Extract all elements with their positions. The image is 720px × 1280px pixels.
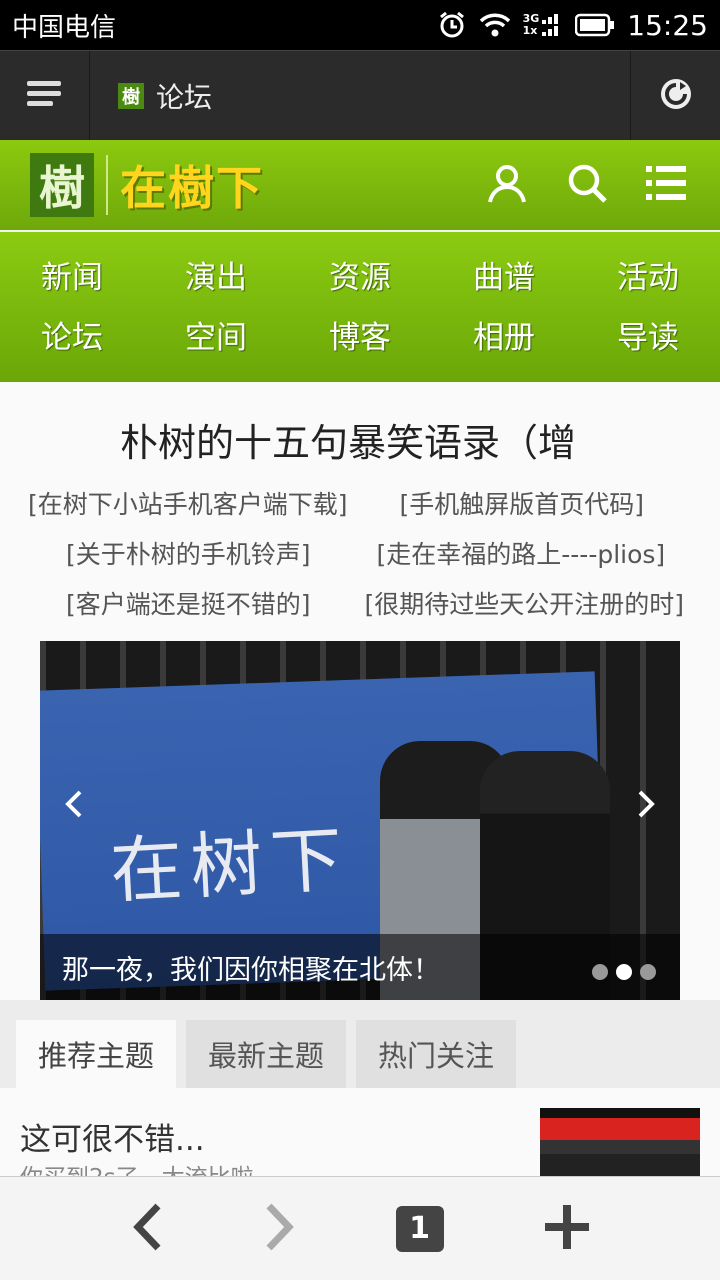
back-icon[interactable] [130, 1202, 164, 1256]
tab-recommended[interactable]: 推荐主题 [16, 1020, 176, 1088]
carrier-label: 中国电信 [12, 12, 117, 43]
topic-tabs: 推荐主题 最新主题 热门关注 [0, 1000, 720, 1088]
topic-thumbnail [540, 1108, 700, 1178]
carousel-next-button[interactable] [626, 786, 666, 826]
nav-item-forum[interactable]: 论坛 [0, 308, 144, 368]
nav-item-space[interactable]: 空间 [144, 308, 288, 368]
quick-link[interactable]: [手机触屏版首页代码] [400, 485, 645, 521]
chevron-right-icon [634, 789, 658, 823]
carousel-caption-bar: 那一夜，我们因你相聚在北体！ [40, 934, 680, 1000]
headline-link[interactable]: 朴树的十五句暴笑语录（增 [0, 412, 720, 467]
nav-item-news[interactable]: 新闻 [0, 248, 144, 308]
address-bar[interactable]: 樹 论坛 [90, 51, 630, 140]
nav-item-events[interactable]: 活动 [576, 248, 720, 308]
clock: 15:25 [627, 8, 708, 42]
nav-item-blog[interactable]: 博客 [288, 308, 432, 368]
reload-icon [658, 76, 694, 116]
chevron-left-icon [62, 789, 86, 823]
browser-menu-button[interactable] [0, 51, 90, 140]
carousel-prev-button[interactable] [54, 786, 94, 826]
wifi-icon [479, 12, 511, 38]
tabs-button[interactable]: 1 [395, 1205, 444, 1252]
quick-link[interactable]: [客户端还是挺不错的] [66, 585, 311, 621]
site-logo-mark[interactable]: 樹 [30, 153, 94, 217]
site-logo-text[interactable]: 在樹下 [120, 152, 264, 218]
reload-button[interactable] [630, 51, 720, 140]
tab-hot[interactable]: 热门关注 [356, 1020, 516, 1088]
quick-link[interactable]: [走在幸福的路上----plios] [377, 535, 666, 571]
image-carousel[interactable]: 在树下 那一夜，我们因你相聚在北体！ [40, 641, 680, 1000]
battery-icon [575, 13, 615, 37]
topic-list-item[interactable]: 这可很不错... 你买到2s了，太流比啦 [0, 1088, 720, 1178]
tab-latest[interactable]: 最新主题 [186, 1020, 346, 1088]
status-icons: 3G 1x 15:25 [437, 9, 708, 42]
search-icon[interactable] [566, 162, 608, 208]
flag-lettering: 在树下 [108, 816, 353, 914]
topic-subtitle: 你买到2s了，太流比啦 [20, 1165, 254, 1178]
forward-icon[interactable] [263, 1202, 297, 1256]
browser-toolbar: 樹 论坛 [0, 50, 720, 140]
user-icon[interactable] [486, 162, 528, 208]
nav-item-albums[interactable]: 相册 [432, 308, 576, 368]
browser-bottom-bar: 1 [0, 1176, 720, 1280]
carousel-dots [592, 964, 656, 980]
list-icon[interactable] [646, 164, 688, 206]
alarm-icon [437, 10, 467, 40]
link-row: [在树下小站手机客户端下载] [手机触屏版首页代码] [0, 478, 720, 528]
carousel-dot-active[interactable] [616, 964, 632, 980]
link-row: [关于朴树的手机铃声] [走在幸福的路上----plios] [0, 528, 720, 578]
nav-item-scores[interactable]: 曲谱 [432, 248, 576, 308]
signal-icon: 3G 1x [523, 12, 564, 38]
quick-link[interactable]: [在树下小站手机客户端下载] [28, 485, 348, 521]
add-icon[interactable] [543, 1203, 591, 1255]
quick-link[interactable]: [关于朴树的手机铃声] [66, 535, 311, 571]
category-nav: 新闻 演出 资源 曲谱 活动 论坛 空间 博客 相册 导读 [0, 232, 720, 382]
carousel-caption[interactable]: 那一夜，我们因你相聚在北体！ [62, 948, 440, 987]
carousel-dot[interactable] [592, 964, 608, 980]
logo-divider [106, 155, 108, 215]
carousel-dot[interactable] [640, 964, 656, 980]
topic-title: 这可很不错... [20, 1122, 205, 1158]
header-actions [486, 162, 688, 208]
quick-link[interactable]: [很期待过些天公开注册的时] [365, 585, 685, 621]
nav-item-guide[interactable]: 导读 [576, 308, 720, 368]
status-bar: 中国电信 3G 1x 15:25 [0, 0, 720, 50]
page-title: 论坛 [156, 80, 213, 114]
link-row: [客户端还是挺不错的] [很期待过些天公开注册的时] [0, 578, 720, 628]
net-type-bottom: 1x [522, 24, 538, 37]
favicon-icon: 樹 [118, 82, 144, 109]
nav-item-shows[interactable]: 演出 [144, 248, 288, 308]
hamburger-icon [26, 79, 63, 113]
quick-links: [在树下小站手机客户端下载] [手机触屏版首页代码] [关于朴树的手机铃声] [… [0, 478, 720, 628]
nav-item-resources[interactable]: 资源 [288, 248, 432, 308]
site-header: 樹 在樹下 [0, 140, 720, 230]
